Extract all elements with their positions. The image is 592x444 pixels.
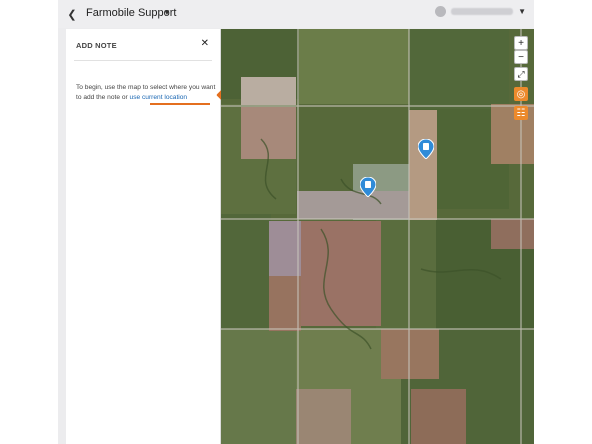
satellite-map[interactable]: + − ⤢ ◎ ☷: [221, 29, 534, 444]
annotation-underline: [150, 103, 210, 105]
user-name-blurred: [451, 8, 514, 15]
note-pin-icon[interactable]: [360, 177, 376, 197]
panel-title: ADD NOTE: [76, 41, 117, 50]
use-current-location-link[interactable]: use current location: [130, 94, 188, 101]
chevron-left-icon[interactable]: ❮: [64, 6, 80, 22]
zoom-out-button[interactable]: −: [514, 50, 528, 64]
avatar: [435, 6, 447, 17]
note-pin-icon[interactable]: [418, 139, 434, 159]
map-imagery: [221, 29, 534, 444]
top-bar: ❮ Farmobile Support ▼ ▼: [58, 0, 534, 28]
locate-icon[interactable]: ◎: [514, 87, 528, 101]
fullscreen-icon[interactable]: ⤢: [514, 67, 528, 81]
divider: [74, 60, 212, 61]
caret-down-icon[interactable]: ▼: [163, 8, 171, 17]
layers-icon[interactable]: ☷: [514, 106, 528, 120]
zoom-in-button[interactable]: +: [514, 36, 528, 50]
add-note-panel: ADD NOTE ✕ To begin, use the map to sele…: [66, 29, 240, 444]
close-icon[interactable]: ✕: [201, 38, 209, 49]
user-menu[interactable]: ▼: [435, 6, 526, 17]
instruction-text: To begin, use the map to select where yo…: [76, 83, 216, 103]
app-window: ❮ Farmobile Support ▼ ▼ ADD NOTE ✕ To be…: [58, 0, 534, 444]
caret-down-icon[interactable]: ▼: [518, 7, 526, 16]
